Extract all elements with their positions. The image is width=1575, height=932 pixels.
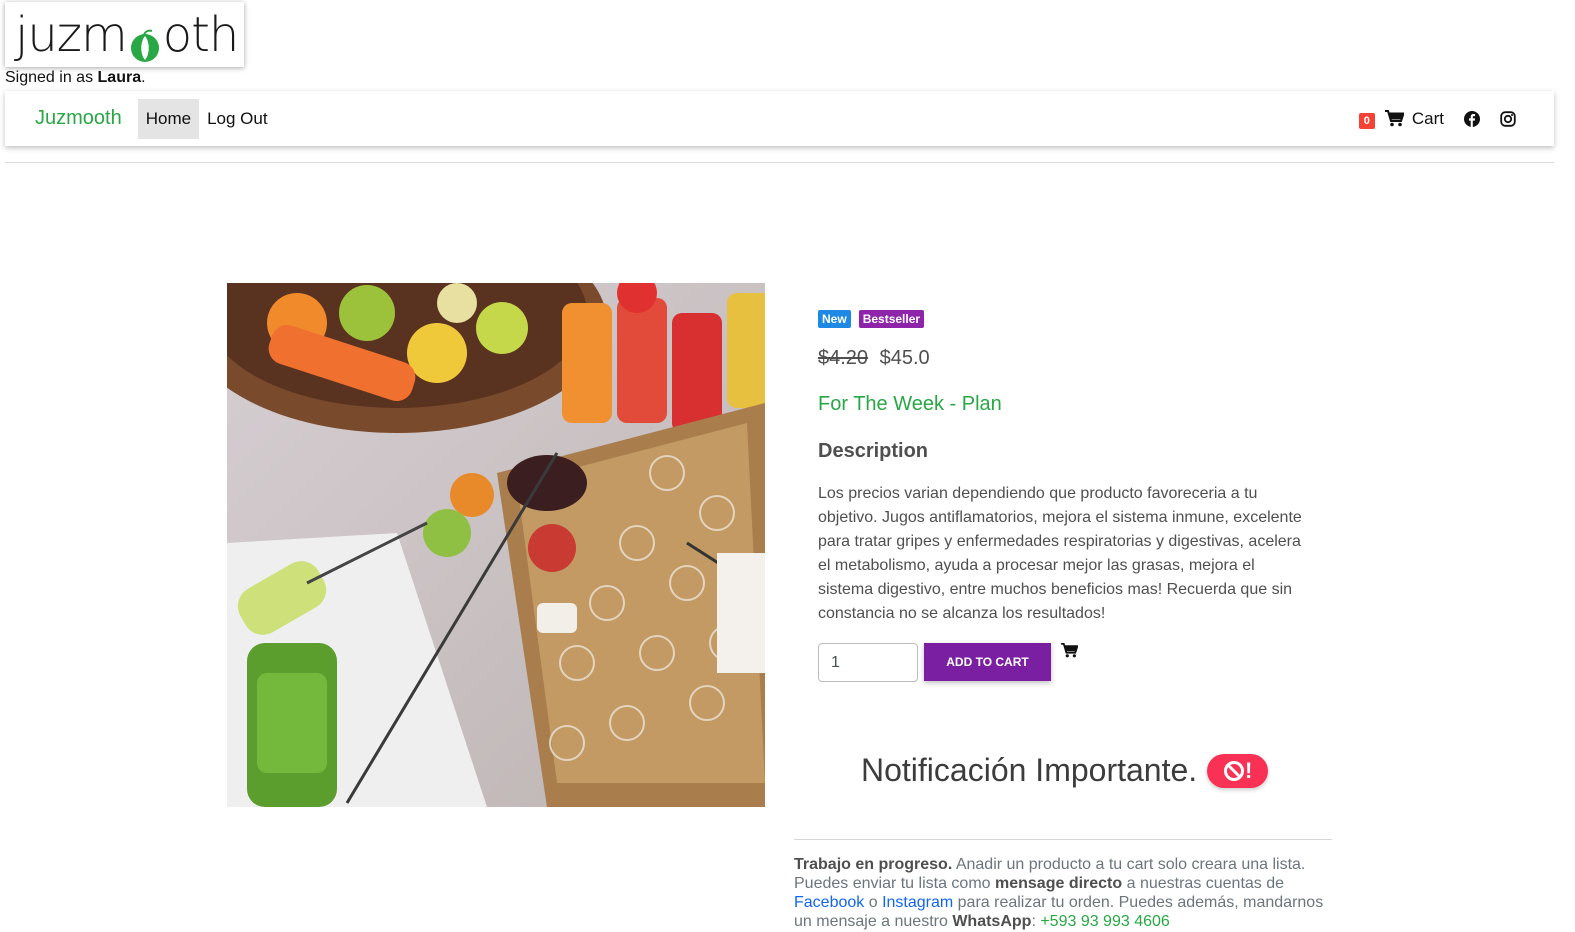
user-name: Laura [97, 69, 142, 86]
nav-link-home[interactable]: Home [137, 98, 200, 139]
navbar-right: 0 Cart [1358, 108, 1516, 129]
cart-label: Cart [1411, 108, 1444, 128]
add-to-cart-button[interactable]: ADD TO CART [924, 643, 1051, 681]
instagram-icon [1500, 110, 1516, 127]
description-title: Description [818, 440, 929, 462]
product-name: For The Week - Plan [818, 393, 1002, 415]
notice-bold-direct-message: mensage directo [995, 875, 1123, 892]
instagram-link[interactable] [1500, 110, 1516, 127]
notice-title-text: Notificación Importante. [861, 752, 1198, 788]
notice-lead: Trabajo en progreso. [794, 856, 953, 873]
description-text: Los precios varian dependiendo que produ… [818, 485, 1302, 622]
cart-icon [1061, 643, 1079, 658]
notice-badge: ! [1207, 753, 1269, 788]
navbar-brand[interactable]: Juzmooth [35, 107, 122, 130]
cart-count-badge: 0 [1358, 112, 1375, 129]
quantity-input[interactable] [818, 643, 918, 682]
price-row: $4.20 $45.0 [818, 347, 1318, 370]
old-price: $4.20 [818, 347, 869, 369]
facebook-link[interactable] [1464, 110, 1480, 127]
product-details: New Bestseller $4.20 $45.0 For The Week … [818, 310, 1318, 682]
nav-link-logout[interactable]: Log Out [199, 99, 276, 139]
facebook-icon [1464, 110, 1480, 127]
signed-in-status: Signed in as Laura. [5, 69, 146, 87]
logo-wordmark: juzm oth [15, 6, 240, 63]
notice-text-2: a nuestras cuentas de [1122, 875, 1285, 892]
facebook-text-link[interactable]: Facebook [794, 894, 864, 911]
notice-title: Notificación Importante. ! [861, 752, 1269, 789]
product-image [227, 283, 765, 807]
ban-icon [1223, 760, 1244, 781]
badge-bestseller: Bestseller [858, 310, 925, 328]
notice-exclamation: ! [1244, 757, 1253, 783]
whatsapp-phone-link[interactable]: +593 93 993 4606 [1040, 913, 1169, 930]
apple-leaf-icon [128, 23, 162, 62]
cart-shortcut[interactable] [1061, 643, 1079, 663]
add-to-cart-form: ADD TO CART [818, 643, 1318, 682]
instagram-text-link[interactable]: Instagram [882, 894, 953, 911]
cart-link[interactable]: Cart [1384, 108, 1444, 129]
signed-in-suffix: . [141, 69, 146, 86]
logo-text-right: oth [162, 6, 240, 63]
logo-text-left: juzm [15, 6, 128, 63]
notice-text-3: o [864, 894, 883, 911]
main-navbar: Juzmooth Home Log Out 0 Cart [5, 91, 1554, 146]
notice-text: Trabajo en progreso. Anadir un producto … [794, 855, 1334, 931]
notice-bold-whatsapp: WhatsApp [952, 913, 1032, 930]
notice-divider [794, 839, 1332, 840]
cart-icon [1384, 110, 1404, 127]
logo[interactable]: juzm oth [5, 2, 244, 67]
signed-in-prefix: Signed in as [5, 69, 98, 86]
current-price: $45.0 [879, 347, 930, 369]
header-divider [5, 162, 1554, 163]
notice-text-5: : [1031, 913, 1041, 930]
badge-new: New [818, 310, 851, 328]
product-badges: New Bestseller [818, 310, 1318, 328]
